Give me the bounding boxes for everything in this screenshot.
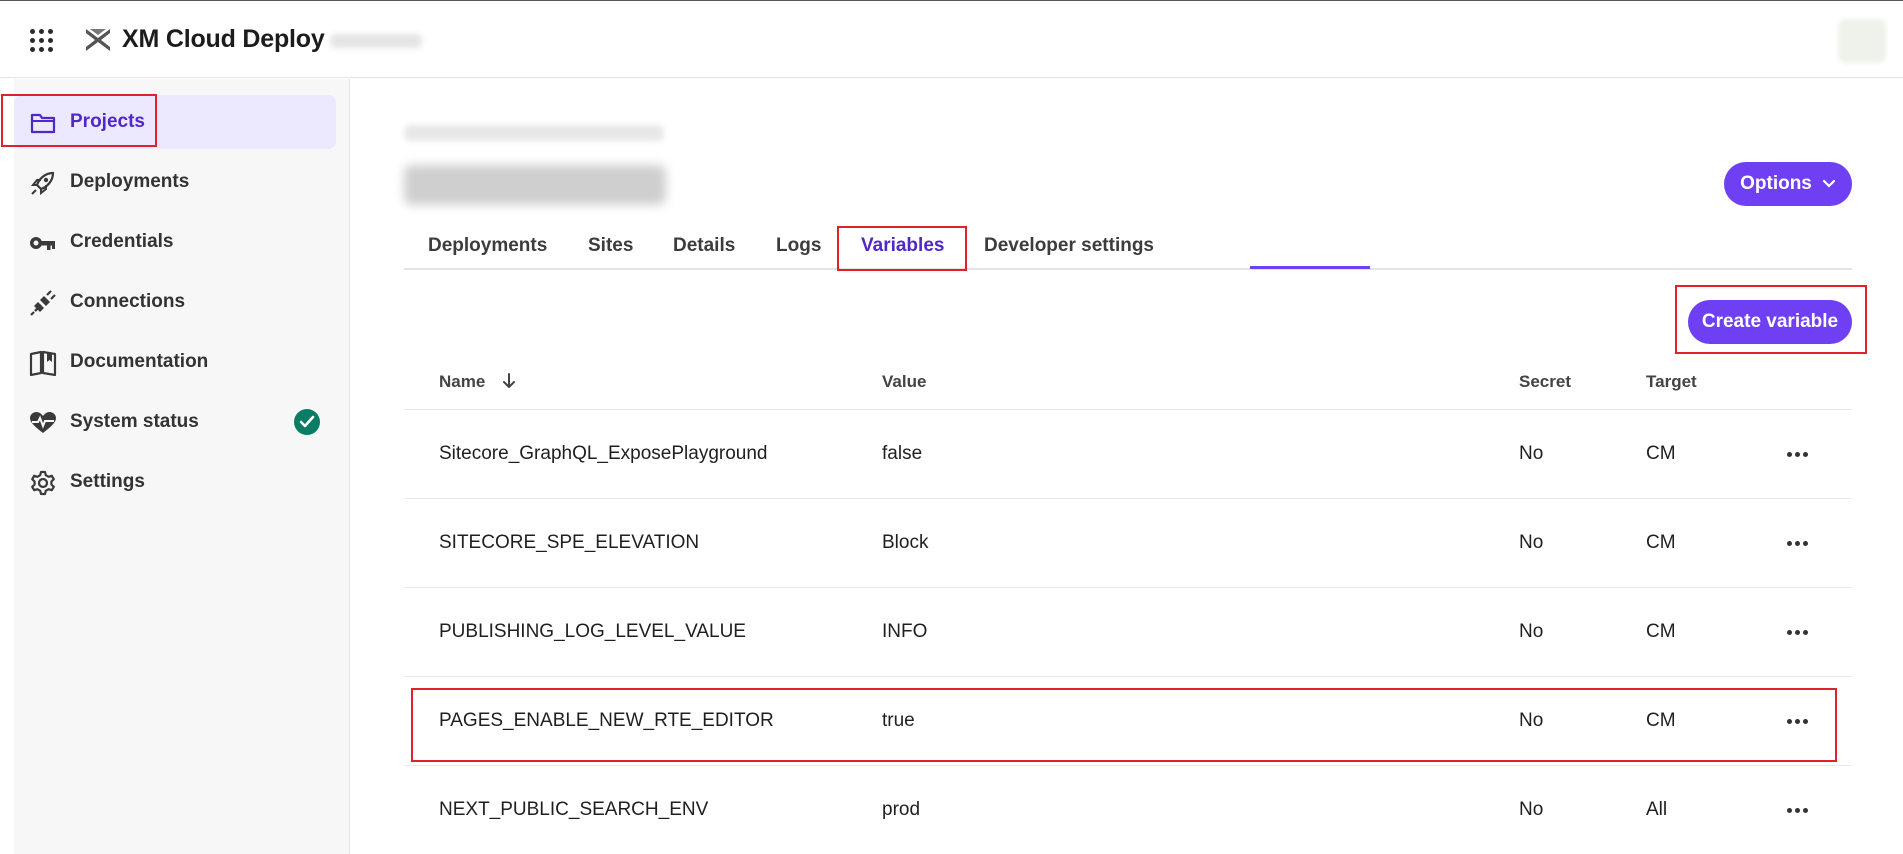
variable-name: Sitecore_GraphQL_ExposePlayground [439,443,768,464]
more-actions-icon[interactable] [1782,531,1812,555]
variable-value: false [882,443,923,464]
sidebar-item-label: Documentation [70,351,209,372]
project-tabs: Deployments Sites Details Logs Variables… [404,226,1852,270]
user-avatar[interactable] [1838,19,1886,63]
column-header-name-label: Name [439,372,486,391]
sidebar-item-system-status[interactable]: System status [14,395,336,449]
sidebar-item-label: Settings [70,471,145,492]
sidebar-item-label: Projects [70,111,145,132]
variable-name: NEXT_PUBLIC_SEARCH_ENV [439,799,709,820]
options-button-label: Options [1740,173,1812,194]
sidebar-item-connections[interactable]: Connections [14,275,336,329]
tab-sites[interactable]: Sites [588,226,633,270]
table-row: PUBLISHING_LOG_LEVEL_VALUE INFO No CM [404,588,1852,677]
column-header-target: Target [1646,372,1697,391]
more-actions-icon[interactable] [1782,442,1812,466]
variable-target: CM [1646,621,1676,642]
more-actions-icon[interactable] [1782,620,1812,644]
variable-name: PUBLISHING_LOG_LEVEL_VALUE [439,621,746,642]
more-actions-icon[interactable] [1782,709,1812,733]
app-title: XM Cloud Deploy [122,25,325,53]
variable-value: prod [882,799,921,820]
plug-icon [29,289,57,317]
arrow-down-icon [503,373,516,388]
variable-target: CM [1646,443,1676,464]
heartbeat-icon [29,409,57,437]
variable-target: CM [1646,532,1676,553]
variable-secret: No [1519,532,1544,553]
variable-value: true [882,710,915,731]
variable-value: INFO [882,621,928,642]
column-header-value: Value [882,372,927,391]
sidebar-item-credentials[interactable]: Credentials [14,215,336,269]
sidebar-item-label: System status [70,411,199,432]
tab-logs[interactable]: Logs [776,226,821,270]
variable-target: CM [1646,710,1676,731]
variable-secret: No [1519,710,1544,731]
app-switcher-icon[interactable] [30,29,54,53]
tab-deployments[interactable]: Deployments [428,226,547,270]
sidebar-item-label: Credentials [70,231,174,252]
sidebar: Projects Deployments Credentials Connect… [14,79,350,854]
variable-name: PAGES_ENABLE_NEW_RTE_EDITOR [439,710,774,731]
table-row: Sitecore_GraphQL_ExposePlayground false … [404,410,1852,499]
rocket-icon [29,169,57,197]
variable-secret: No [1519,443,1544,464]
more-actions-icon[interactable] [1782,798,1812,822]
table-row: NEXT_PUBLIC_SEARCH_ENV prod No All [404,766,1852,854]
chevron-down-icon [1822,179,1835,188]
variable-secret: No [1519,621,1544,642]
column-header-secret: Secret [1519,372,1571,391]
table-header: Name Value Secret Target [404,360,1852,410]
table-row: SITECORE_SPE_ELEVATION Block No CM [404,499,1852,588]
xm-cloud-logo-icon [86,29,110,51]
sidebar-item-projects[interactable]: Projects [14,95,336,149]
table-row: PAGES_ENABLE_NEW_RTE_EDITOR true No CM [404,677,1852,766]
sidebar-item-label: Deployments [70,171,190,192]
sidebar-item-deployments[interactable]: Deployments [14,155,336,209]
variable-secret: No [1519,799,1544,820]
variable-value: Block [882,532,929,553]
breadcrumb [404,125,664,141]
active-tab-indicator [1250,266,1370,269]
sidebar-item-settings[interactable]: Settings [14,455,336,509]
folder-icon [29,109,57,137]
sidebar-item-label: Connections [70,291,186,312]
page-title [404,165,666,205]
book-icon [29,349,57,377]
key-icon [29,229,57,257]
tab-details[interactable]: Details [673,226,735,270]
gear-icon [29,469,57,497]
top-bar: XM Cloud Deploy [0,0,1903,78]
sidebar-item-documentation[interactable]: Documentation [14,335,336,389]
create-variable-button[interactable]: Create variable [1688,300,1852,344]
tab-variables[interactable]: Variables [861,226,944,270]
tab-developer-settings[interactable]: Developer settings [984,226,1154,270]
organization-name-redacted [330,34,422,48]
variable-name: SITECORE_SPE_ELEVATION [439,532,700,553]
column-header-name[interactable]: Name [439,372,516,392]
options-button[interactable]: Options [1724,162,1852,206]
variable-target: All [1646,799,1668,820]
check-circle-icon [294,409,320,435]
